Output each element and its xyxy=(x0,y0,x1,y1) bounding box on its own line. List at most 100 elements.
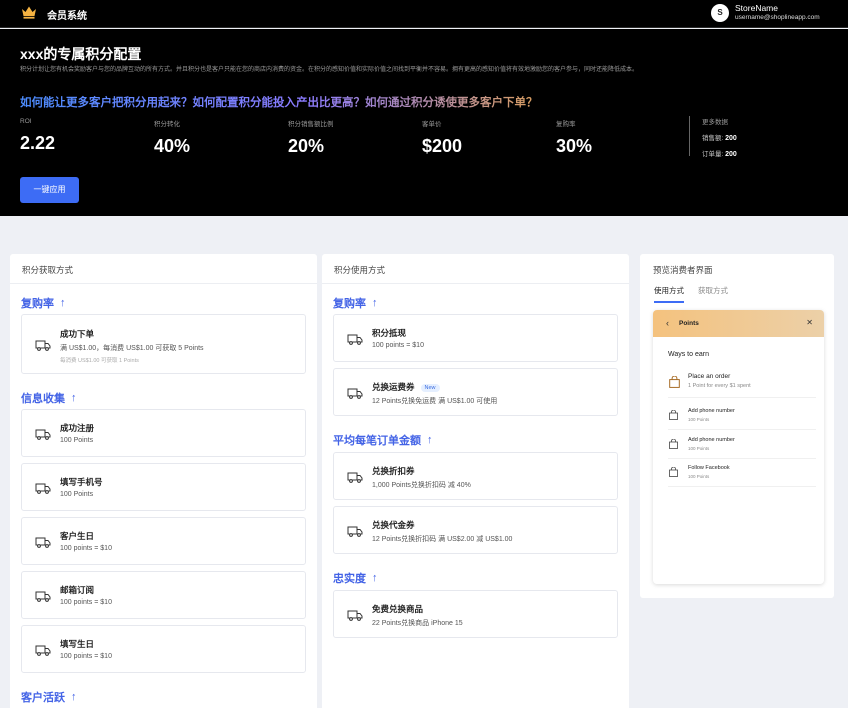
shopping-bag-icon xyxy=(669,410,678,420)
group-title-label: 忠实度 xyxy=(333,573,366,585)
metric-value: 2.22 xyxy=(20,133,56,153)
metric-label: 积分销售额比例 xyxy=(288,121,334,128)
group-title-label: 平均每笔订单金额 xyxy=(333,435,421,447)
earn-item-title: Add phone number xyxy=(688,437,735,443)
app-title: 会员系统 xyxy=(47,11,87,22)
metric-sales-ratio: 积分销售额比例 20% xyxy=(288,118,334,157)
card-subtitle: 100 points = $10 xyxy=(60,599,112,606)
group-title[interactable]: 信息收集 ↑ xyxy=(21,390,77,406)
metric-label: 积分转化 xyxy=(154,121,180,128)
truck-icon xyxy=(35,537,51,548)
truck-icon xyxy=(35,429,51,440)
tab-earn[interactable]: 获取方式 xyxy=(698,285,728,303)
close-icon[interactable]: ✕ xyxy=(806,318,813,327)
earn-card[interactable]: 填写生日 100 points = $10 xyxy=(21,625,306,673)
truck-icon xyxy=(35,645,51,656)
back-icon[interactable]: ‹ xyxy=(666,318,669,328)
earn-card[interactable]: 客户生日 100 points = $10 xyxy=(21,517,306,565)
ways-to-earn-title: Ways to earn xyxy=(668,351,709,358)
arrow-up-icon: ↑ xyxy=(372,297,378,309)
earn-item[interactable]: Place an order 1 Point for every $1 spen… xyxy=(668,372,816,398)
truck-icon xyxy=(347,526,363,537)
group-title-label: 复购率 xyxy=(21,298,54,310)
earn-item-title: Follow Facebook xyxy=(688,465,730,471)
card-title: 兑换代金券 xyxy=(372,520,415,530)
arrow-up-icon: ↑ xyxy=(71,392,77,404)
panel-title: 积分使用方式 xyxy=(322,254,629,284)
earn-card[interactable]: 填写手机号 100 Points xyxy=(21,463,306,511)
store-name[interactable]: StoreName xyxy=(735,3,778,13)
earn-panel: 积分获取方式 复购率 ↑ 成功下单 满 US$1.00，每消费 US$1.00 可… xyxy=(10,254,317,708)
truck-icon xyxy=(347,334,363,345)
group-title[interactable]: 平均每笔订单金额 ↑ xyxy=(333,432,433,448)
earn-item-sub: 100 Points xyxy=(688,474,710,479)
group-title[interactable]: 复购率 ↑ xyxy=(21,295,66,311)
arrow-up-icon: ↑ xyxy=(372,572,378,584)
metric-value: 20% xyxy=(288,136,325,156)
use-card[interactable]: 积分抵现 100 points = $10 xyxy=(333,314,618,362)
metric-label: ROI xyxy=(20,118,32,125)
earn-card[interactable]: 成功注册 100 Points xyxy=(21,409,306,457)
hero-question: 如何能让更多客户把积分用起来？如何配置积分能投入产出比更高？如何通过积分诱使更多… xyxy=(20,94,538,110)
card-subtitle: 100 points = $10 xyxy=(372,342,424,349)
avatar[interactable]: S xyxy=(711,4,729,22)
use-card[interactable]: 兑换折扣券 1,000 Points兑换折扣码 减 40% xyxy=(333,452,618,500)
earn-item[interactable]: Follow Facebook 100 Points xyxy=(668,463,816,487)
metric-label: 复购率 xyxy=(556,121,576,128)
preview-panel: 预览消费者界面 使用方式 获取方式 ‹ Points ✕ Ways to ear… xyxy=(640,254,834,598)
card-title: 兑换折扣券 xyxy=(372,466,415,476)
group-title[interactable]: 复购率 ↑ xyxy=(333,295,378,311)
more-data-label: 订单量: xyxy=(702,151,724,158)
new-badge: New xyxy=(420,384,440,392)
use-card[interactable]: 兑换运费券 New 12 Points兑换免运费 满 US$1.00 可使用 xyxy=(333,368,618,416)
use-card[interactable]: 免费兑换商品 22 Points兑换商品 iPhone 15 xyxy=(333,590,618,638)
earn-item-title: Add phone number xyxy=(688,408,735,414)
metric-value: $200 xyxy=(422,136,463,156)
metric-repurchase: 复购率 30% xyxy=(556,118,592,157)
truck-icon xyxy=(347,472,363,483)
tab-use[interactable]: 使用方式 xyxy=(654,285,684,303)
phone-header: ‹ Points ✕ xyxy=(653,310,824,337)
card-subtitle: 100 Points xyxy=(60,437,94,444)
earn-item[interactable]: Add phone number 100 Points xyxy=(668,406,816,430)
preview-tabs: 使用方式 获取方式 xyxy=(654,285,728,303)
use-card[interactable]: 兑换代金券 12 Points兑换折扣码 满 US$2.00 减 US$1.00 xyxy=(333,506,618,554)
card-subtitle: 12 Points兑换免运费 满 US$1.00 可使用 xyxy=(372,398,498,405)
card-title: 邮箱订阅 xyxy=(60,585,95,595)
account-email: username@shoplineapp.com xyxy=(735,14,820,21)
card-subtitle: 22 Points兑换商品 iPhone 15 xyxy=(372,620,463,627)
earn-card[interactable]: 成功下单 满 US$1.00，每消费 US$1.00 可获取 5 Points … xyxy=(21,314,306,374)
group-title[interactable]: 客户活跃 ↑ xyxy=(21,689,77,705)
truck-icon xyxy=(35,591,51,602)
earn-item-title: Place an order xyxy=(688,373,731,380)
card-title: 积分抵现 xyxy=(372,328,407,338)
earn-item-sub: 100 Points xyxy=(688,446,710,451)
hero-section: xxx的专属积分配置 积分计划让您有机会奖励客户与您的品牌互动的所有方式。并且积… xyxy=(0,29,848,216)
metric-conversion: 积分转化 40% xyxy=(154,118,190,157)
use-panel: 积分使用方式 复购率 ↑ 积分抵现 100 points = $10 兑换运费券 N… xyxy=(322,254,629,708)
truck-icon xyxy=(35,340,51,351)
more-data-orders: 订单量: 200 xyxy=(702,148,737,158)
metric-label: 客单价 xyxy=(422,121,442,128)
truck-icon xyxy=(347,388,363,399)
earn-item[interactable]: Add phone number 100 Points xyxy=(668,435,816,459)
panel-title: 预览消费者界面 xyxy=(653,265,713,275)
group-title[interactable]: 忠实度 ↑ xyxy=(333,570,378,586)
earn-item-sub: 100 Points xyxy=(688,417,710,422)
card-title: 免费兑换商品 xyxy=(372,604,424,614)
apply-button[interactable]: 一键应用 xyxy=(20,177,79,203)
group-title-label: 信息收集 xyxy=(21,393,65,405)
phone-preview: ‹ Points ✕ Ways to earn Place an order 1… xyxy=(653,310,824,584)
more-data-value: 200 xyxy=(725,151,737,158)
arrow-up-icon: ↑ xyxy=(60,297,66,309)
card-subtitle: 100 Points xyxy=(60,491,94,498)
more-data-label: 销售额: xyxy=(702,135,724,142)
top-bar: 会员系统 S StoreName username@shoplineapp.co… xyxy=(0,0,848,28)
arrow-up-icon: ↑ xyxy=(427,434,433,446)
card-subtitle: 100 points = $10 xyxy=(60,545,112,552)
earn-card[interactable]: 邮箱订阅 100 points = $10 xyxy=(21,571,306,619)
panel-title: 积分获取方式 xyxy=(10,254,317,284)
card-subtitle: 1,000 Points兑换折扣码 减 40% xyxy=(372,482,471,489)
hero-description: 积分计划让您有机会奖励客户与您的品牌互动的所有方式。并且积分也是客户只能在您的商… xyxy=(20,67,639,73)
shopping-bag-icon xyxy=(669,376,680,388)
